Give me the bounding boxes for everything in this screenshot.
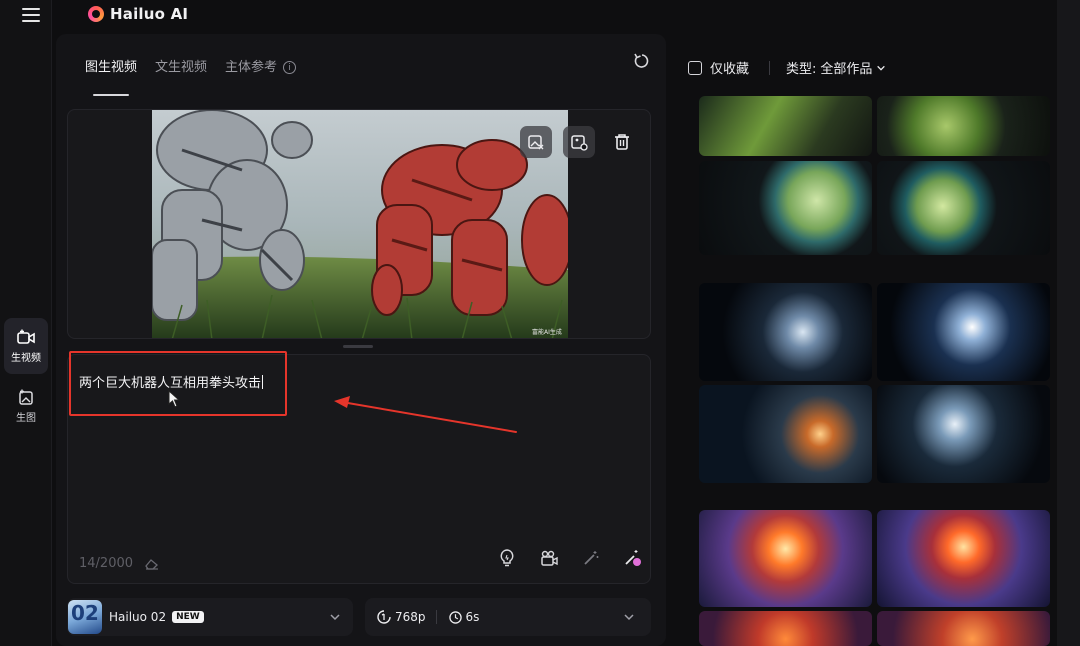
gallery-item[interactable] xyxy=(699,96,872,156)
prompt-toolbar xyxy=(476,547,644,569)
gallery-item[interactable] xyxy=(877,161,1050,255)
gallery-filters: 仅收藏 类型: 全部作品 xyxy=(688,58,886,77)
divider xyxy=(769,60,771,75)
image-edit-icon xyxy=(571,135,588,151)
gallery-item[interactable] xyxy=(699,611,872,646)
chevron-down-icon xyxy=(624,614,634,621)
char-counter-row: 14/2000 xyxy=(79,556,159,571)
tab-image-to-video[interactable]: 图生视频 xyxy=(85,56,137,96)
gallery-item[interactable] xyxy=(699,283,872,381)
favorites-only-checkbox[interactable] xyxy=(688,60,702,75)
rail-item-video[interactable]: 生视频 xyxy=(4,318,48,374)
type-dropdown[interactable]: 全部作品 xyxy=(820,58,886,77)
refresh-icon[interactable] xyxy=(633,52,651,70)
gallery-item[interactable] xyxy=(877,96,1050,156)
replace-image-button[interactable] xyxy=(520,126,552,158)
model-thumbnail-text: 02 xyxy=(71,601,99,625)
type-label: 类型: xyxy=(786,62,817,77)
mode-tabs: 图生视频 文生视频 主体参考 i xyxy=(85,56,314,96)
image-watermark: 富能AI生成 xyxy=(532,328,562,336)
movie-camera-icon xyxy=(541,550,558,566)
hailuo-logo-icon xyxy=(88,6,104,22)
resolution-value: 768p xyxy=(395,610,426,624)
info-icon[interactable]: i xyxy=(283,61,297,74)
resolution-setting: 768p xyxy=(377,610,426,624)
model-thumbnail: 02 xyxy=(68,600,102,634)
magic-wand-icon xyxy=(584,551,599,565)
annotation-arrow xyxy=(334,396,517,433)
type-value: 全部作品 xyxy=(820,62,873,77)
edit-image-button[interactable] xyxy=(563,126,595,158)
rail-item-label: 生视频 xyxy=(11,352,41,364)
gallery-item[interactable] xyxy=(877,385,1050,483)
gallery-item[interactable] xyxy=(699,510,872,607)
create-panel: 图生视频 文生视频 主体参考 i 富能AI生成 两个巨大机器人互相用拳头攻击 1… xyxy=(56,34,666,646)
tab-text-to-video[interactable]: 文生视频 xyxy=(155,56,207,75)
left-rail: 生视频 生图 xyxy=(0,0,52,646)
tab-subject-reference[interactable]: 主体参考 i xyxy=(225,56,297,75)
resize-handle[interactable] xyxy=(343,345,373,348)
chevron-down-icon xyxy=(877,65,886,71)
inspiration-button[interactable] xyxy=(496,547,518,569)
rail-item-image[interactable]: 生图 xyxy=(4,378,48,434)
rail-item-label: 生图 xyxy=(16,412,36,424)
works-gallery: 仅收藏 类型: 全部作品 xyxy=(672,34,1058,646)
lightbulb-icon xyxy=(500,549,514,567)
gallery-item[interactable] xyxy=(699,161,872,255)
new-badge: NEW xyxy=(172,611,204,623)
ai-magic-button[interactable] xyxy=(622,547,644,569)
model-selector[interactable]: 02 Hailuo 02 NEW xyxy=(67,598,353,636)
sparkle-wand-icon xyxy=(625,550,641,566)
gallery-item[interactable] xyxy=(699,385,872,483)
clock-icon xyxy=(448,610,462,624)
image-upload-area[interactable]: 富能AI生成 xyxy=(67,109,651,339)
gallery-item[interactable] xyxy=(877,611,1050,646)
image-toolbar xyxy=(509,126,638,158)
resolution-icon xyxy=(377,610,391,624)
duration-setting: 6s xyxy=(448,610,480,624)
menu-icon[interactable] xyxy=(22,8,40,22)
uploaded-image: 富能AI生成 xyxy=(152,110,568,338)
favorites-only-label[interactable]: 仅收藏 xyxy=(710,58,749,77)
duration-value: 6s xyxy=(465,610,480,624)
eraser-icon[interactable] xyxy=(145,558,159,570)
robots-illustration: 富能AI生成 xyxy=(152,110,568,338)
video-add-icon xyxy=(17,329,35,344)
divider xyxy=(435,610,437,624)
camera-motion-button[interactable] xyxy=(538,547,560,569)
brand[interactable]: Hailuo AI xyxy=(88,4,188,24)
delete-image-button[interactable] xyxy=(606,126,638,158)
mouse-pointer-icon xyxy=(168,390,180,408)
enhance-prompt-button[interactable] xyxy=(580,547,602,569)
trash-icon xyxy=(615,134,629,150)
gallery-item[interactable] xyxy=(877,510,1050,607)
char-counter: 14/2000 xyxy=(79,556,134,571)
tab-subject-reference-label: 主体参考 xyxy=(225,60,278,75)
image-add-icon xyxy=(19,389,33,405)
chevron-down-icon xyxy=(330,614,340,621)
scrollbar-area[interactable] xyxy=(1057,0,1080,646)
gallery-item[interactable] xyxy=(877,283,1050,381)
model-name: Hailuo 02 xyxy=(109,610,167,624)
image-replace-icon xyxy=(528,135,544,150)
video-settings-selector[interactable]: 768p 6s xyxy=(365,598,651,636)
brand-name: Hailuo AI xyxy=(110,5,189,23)
